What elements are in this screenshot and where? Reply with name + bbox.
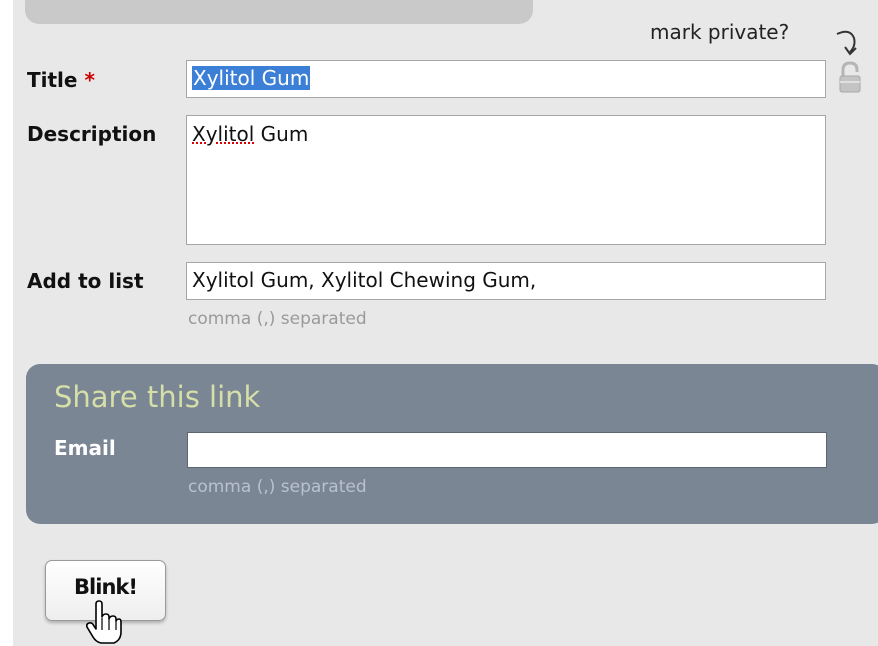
title-label: Title * xyxy=(27,68,95,92)
share-link-section: Share this link Email comma (,) separate… xyxy=(26,364,878,524)
title-input-value: Xylitol Gum xyxy=(192,66,311,90)
title-label-text: Title xyxy=(27,68,78,92)
share-heading: Share this link xyxy=(54,380,261,414)
hand-pointer-icon xyxy=(86,600,122,644)
email-label: Email xyxy=(54,436,116,460)
description-value-rest: Gum xyxy=(254,122,309,146)
add-to-list-label: Add to list xyxy=(27,269,144,293)
description-label: Description xyxy=(27,122,157,146)
email-hint: comma (,) separated xyxy=(188,477,367,497)
add-to-list-input[interactable]: Xylitol Gum, Xylitol Chewing Gum, xyxy=(186,262,826,300)
top-tab-edge xyxy=(25,0,533,24)
email-input[interactable] xyxy=(187,432,827,468)
title-input[interactable]: Xylitol Gum xyxy=(186,60,826,98)
misspelled-word: Xylitol xyxy=(192,122,255,146)
description-textarea[interactable]: Xylitol Gum xyxy=(186,115,826,245)
add-to-list-hint: comma (,) separated xyxy=(188,309,367,329)
mark-private-label: mark private? xyxy=(650,20,790,44)
curl-arrow-icon xyxy=(836,30,857,56)
required-marker: * xyxy=(84,68,95,92)
add-to-list-value: Xylitol Gum, Xylitol Chewing Gum, xyxy=(192,268,537,292)
lock-icon[interactable] xyxy=(838,60,862,94)
